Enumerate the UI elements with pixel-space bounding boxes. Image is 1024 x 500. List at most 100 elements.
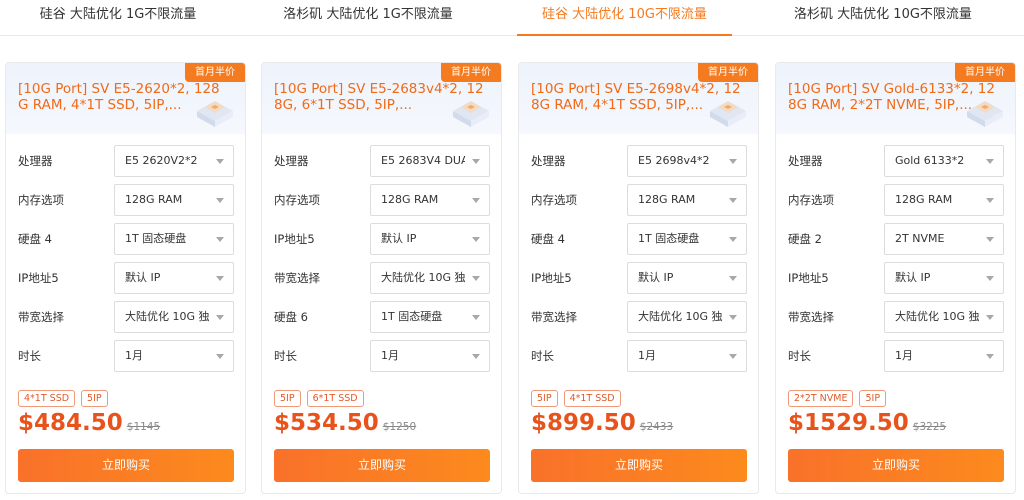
- option-row: IP地址5 默认 IP: [18, 262, 234, 294]
- option-row: 处理器 Gold 6133*2: [788, 145, 1004, 177]
- price-block: $1529.50 $3225: [788, 410, 946, 436]
- option-row: 时长 1月: [531, 340, 747, 372]
- option-label: 带宽选择: [788, 310, 834, 324]
- option-select[interactable]: 128G RAM: [370, 184, 490, 216]
- option-value: 大陆优化 10G 独: [895, 310, 979, 323]
- option-select[interactable]: 1月: [114, 340, 234, 372]
- tab-la-10g[interactable]: 洛杉矶 大陆优化 10G不限流量: [776, 0, 990, 36]
- option-select[interactable]: 2T NVME: [884, 223, 1004, 255]
- option-select[interactable]: E5 2683V4 DUA: [370, 145, 490, 177]
- option-select[interactable]: E5 2620V2*2: [114, 145, 234, 177]
- option-select[interactable]: 默认 IP: [627, 262, 747, 294]
- chevron-down-icon: [472, 276, 480, 281]
- sale-price: $534.50: [274, 410, 379, 436]
- chevron-down-icon: [729, 159, 737, 164]
- option-row: 硬盘 4 1T 固态硬盘: [18, 223, 234, 255]
- option-value: 默认 IP: [381, 232, 417, 245]
- option-label: 时长: [18, 349, 41, 363]
- option-value: 128G RAM: [125, 193, 183, 206]
- option-value: E5 2683V4 DUA: [381, 154, 465, 167]
- option-select[interactable]: 大陆优化 10G 独: [114, 301, 234, 333]
- option-value: 1月: [125, 349, 143, 362]
- product-card: [10G Port] SV E5-2698v4*2, 128G RAM, 4*1…: [518, 62, 759, 494]
- option-row: 时长 1月: [274, 340, 490, 372]
- sale-price: $1529.50: [788, 410, 909, 436]
- option-label: 内存选项: [274, 193, 320, 207]
- option-value: 1T 固态硬盘: [638, 232, 700, 245]
- option-select[interactable]: 128G RAM: [114, 184, 234, 216]
- option-label: 硬盘 4: [531, 232, 565, 246]
- chevron-down-icon: [472, 354, 480, 359]
- spec-tag: 5IP: [859, 390, 887, 407]
- option-value: 1月: [895, 349, 913, 362]
- tab-bar: 硅谷 大陆优化 1G不限流量 洛杉矶 大陆优化 1G不限流量 硅谷 大陆优化 1…: [0, 0, 1024, 36]
- option-select[interactable]: 1T 固态硬盘: [370, 301, 490, 333]
- option-select[interactable]: 1月: [884, 340, 1004, 372]
- spec-tags: 2*2T NVME 5IP: [788, 386, 892, 407]
- chevron-down-icon: [216, 315, 224, 320]
- card-header: [10G Port] SV E5-2698v4*2, 128G RAM, 4*1…: [519, 63, 758, 134]
- option-row: 硬盘 6 1T 固态硬盘: [274, 301, 490, 333]
- tab-sv-1g[interactable]: 硅谷 大陆优化 1G不限流量: [20, 0, 216, 36]
- server-illustration-icon: [447, 89, 495, 129]
- chevron-down-icon: [986, 315, 994, 320]
- option-row: 带宽选择 大陆优化 10G 独: [531, 301, 747, 333]
- price-block: $899.50 $2433: [531, 410, 673, 436]
- option-select[interactable]: 大陆优化 10G 独: [370, 262, 490, 294]
- option-value: E5 2620V2*2: [125, 154, 198, 167]
- option-row: IP地址5 默认 IP: [531, 262, 747, 294]
- option-row: 内存选项 128G RAM: [18, 184, 234, 216]
- spec-tag: 5IP: [531, 390, 558, 407]
- option-select[interactable]: 默认 IP: [884, 262, 1004, 294]
- option-select[interactable]: 1T 固态硬盘: [114, 223, 234, 255]
- option-label: 时长: [788, 349, 811, 363]
- spec-tag: 5IP: [81, 390, 108, 407]
- spec-tag: 4*1T SSD: [563, 390, 621, 407]
- tab-la-1g[interactable]: 洛杉矶 大陆优化 1G不限流量: [268, 0, 468, 36]
- option-select[interactable]: 128G RAM: [884, 184, 1004, 216]
- buy-now-button[interactable]: 立即购买: [788, 449, 1004, 482]
- option-select[interactable]: 1月: [370, 340, 490, 372]
- option-value: 128G RAM: [638, 193, 696, 206]
- option-row: 带宽选择 大陆优化 10G 独: [274, 262, 490, 294]
- promo-badge: 首月半价: [698, 63, 758, 82]
- option-label: 带宽选择: [18, 310, 64, 324]
- chevron-down-icon: [986, 198, 994, 203]
- card-header: [10G Port] SV E5-2620*2, 128G RAM, 4*1T …: [6, 63, 245, 134]
- option-select[interactable]: 默认 IP: [370, 223, 490, 255]
- chevron-down-icon: [216, 159, 224, 164]
- chevron-down-icon: [216, 276, 224, 281]
- option-label: 内存选项: [18, 193, 64, 207]
- card-header: [10G Port] SV E5-2683v4*2, 128G, 6*1T SS…: [262, 63, 501, 134]
- option-select[interactable]: Gold 6133*2: [884, 145, 1004, 177]
- option-select[interactable]: E5 2698v4*2: [627, 145, 747, 177]
- chevron-down-icon: [986, 237, 994, 242]
- server-illustration-icon: [191, 89, 239, 129]
- price-block: $534.50 $1250: [274, 410, 416, 436]
- buy-now-button[interactable]: 立即购买: [274, 449, 490, 482]
- option-select[interactable]: 大陆优化 10G 独: [884, 301, 1004, 333]
- promo-badge: 首月半价: [185, 63, 245, 82]
- option-row: 硬盘 4 1T 固态硬盘: [531, 223, 747, 255]
- option-value: 1T 固态硬盘: [381, 310, 443, 323]
- chevron-down-icon: [729, 315, 737, 320]
- option-select[interactable]: 1T 固态硬盘: [627, 223, 747, 255]
- option-value: 128G RAM: [381, 193, 439, 206]
- option-row: 时长 1月: [18, 340, 234, 372]
- option-select[interactable]: 128G RAM: [627, 184, 747, 216]
- buy-now-button[interactable]: 立即购买: [531, 449, 747, 482]
- buy-now-button[interactable]: 立即购买: [18, 449, 234, 482]
- option-value: 1T 固态硬盘: [125, 232, 187, 245]
- option-select[interactable]: 默认 IP: [114, 262, 234, 294]
- option-select[interactable]: 大陆优化 10G 独: [627, 301, 747, 333]
- option-value: 2T NVME: [895, 232, 945, 245]
- promo-badge: 首月半价: [955, 63, 1015, 82]
- option-value: 默认 IP: [895, 271, 931, 284]
- option-row: 处理器 E5 2698v4*2: [531, 145, 747, 177]
- server-illustration-icon: [704, 89, 752, 129]
- option-value: 大陆优化 10G 独: [125, 310, 209, 323]
- product-card: [10G Port] SV E5-2620*2, 128G RAM, 4*1T …: [5, 62, 246, 494]
- tab-sv-10g[interactable]: 硅谷 大陆优化 10G不限流量: [517, 0, 732, 36]
- option-select[interactable]: 1月: [627, 340, 747, 372]
- spec-tags: 4*1T SSD 5IP: [18, 386, 114, 407]
